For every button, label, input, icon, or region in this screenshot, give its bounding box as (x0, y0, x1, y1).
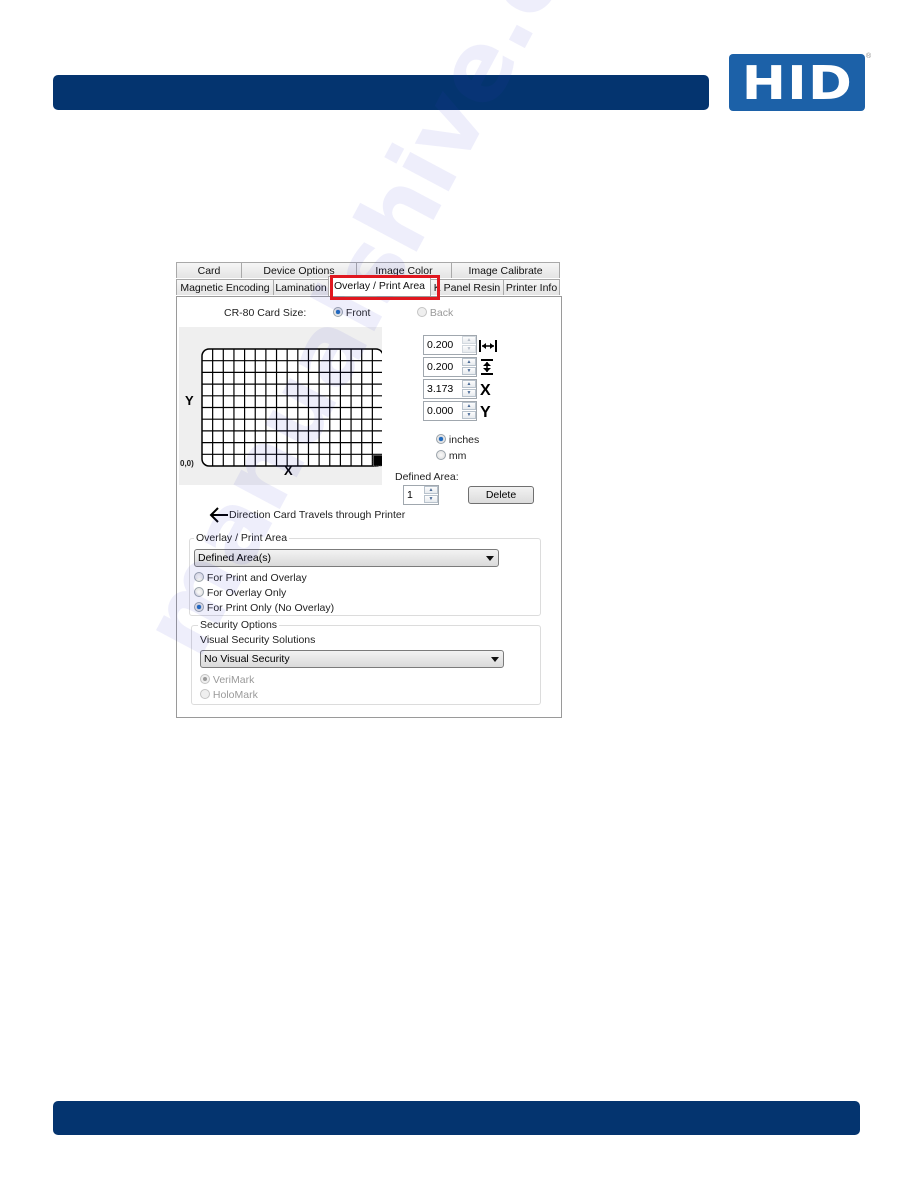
x-axis-label: X (284, 463, 293, 478)
overlay-print-area-panel: CR-80 Card Size: Front Back Y X 0,0) 0.2… (176, 296, 562, 718)
spin-up-button[interactable]: ▲ (462, 380, 476, 388)
visual-security-label: Visual Security Solutions (200, 634, 316, 646)
height-field[interactable]: 0.200 ▲ ▼ (423, 357, 477, 377)
spin-down-button[interactable]: ▼ (462, 411, 476, 419)
spin-down-button[interactable]: ▼ (462, 389, 476, 397)
spin-up-button[interactable]: ▲ (424, 486, 438, 494)
defined-area-value: 1 (407, 489, 413, 501)
print-only-label: For Print Only (No Overlay) (206, 602, 335, 614)
mm-radio[interactable]: mm (436, 450, 466, 462)
y-spinner: ▲ ▼ (462, 402, 476, 420)
radio-icon (200, 689, 210, 699)
tab-row-bottom: Magnetic Encoding Lamination Overlay / P… (176, 276, 560, 296)
radio-icon (436, 434, 446, 444)
delete-button[interactable]: Delete (468, 486, 534, 504)
x-spinner: ▲ ▼ (462, 380, 476, 398)
verimark-radio[interactable]: VeriMark (200, 674, 254, 686)
footer-bar (53, 1101, 860, 1135)
radio-icon (194, 602, 204, 612)
origin-label: 0,0) (180, 459, 194, 468)
width-spinner: ▲ ▼ (462, 336, 476, 354)
radio-icon (194, 572, 204, 582)
width-field[interactable]: 0.200 ▲ ▼ (423, 335, 477, 355)
inches-radio[interactable]: inches (436, 434, 479, 446)
chevron-down-icon (486, 556, 494, 561)
visual-security-value: No Visual Security (204, 653, 290, 665)
header-bar (53, 75, 709, 110)
defined-area-marker (372, 454, 382, 467)
overlay-only-label: For Overlay Only (206, 587, 287, 599)
defined-area-field[interactable]: 1 ▲ ▼ (403, 485, 439, 505)
overlay-area-value: Defined Area(s) (198, 552, 271, 564)
arrow-left-icon (209, 507, 228, 523)
y-axis-label: Y (185, 393, 194, 408)
tab-overlay-print-area[interactable]: Overlay / Print Area (328, 276, 431, 296)
hid-logo: HID (729, 54, 865, 111)
tab-printer-info[interactable]: Printer Info (503, 279, 560, 295)
direction-label: Direction Card Travels through Printer (229, 509, 406, 521)
radio-icon (333, 307, 343, 317)
overlay-group-title: Overlay / Print Area (194, 532, 290, 544)
height-arrows-icon (481, 359, 493, 375)
radio-icon (194, 587, 204, 597)
height-value: 0.200 (427, 361, 454, 373)
back-radio[interactable]: Back (417, 307, 453, 319)
radio-icon (200, 674, 210, 684)
spin-up-button[interactable]: ▲ (462, 402, 476, 410)
back-label: Back (429, 307, 454, 319)
tab-lamination[interactable]: Lamination (273, 279, 329, 295)
x-field[interactable]: 3.173 ▲ ▼ (423, 379, 477, 399)
defined-area-spinner: ▲ ▼ (424, 486, 438, 504)
tab-k-panel-resin[interactable]: K Panel Resin (430, 279, 504, 295)
height-spinner: ▲ ▼ (462, 358, 476, 376)
registered-mark: ® (866, 53, 872, 60)
y-field[interactable]: 0.000 ▲ ▼ (423, 401, 477, 421)
security-options-group: Security Options Visual Security Solutio… (191, 619, 541, 705)
x-icon: X (480, 382, 491, 399)
x-value: 3.173 (427, 383, 454, 395)
overlay-only-radio[interactable]: For Overlay Only (194, 587, 286, 599)
front-label: Front (345, 307, 371, 319)
chevron-down-icon (491, 657, 499, 662)
width-arrows-icon (479, 340, 497, 352)
overlay-area-dropdown[interactable]: Defined Area(s) (194, 549, 499, 567)
verimark-label: VeriMark (212, 674, 255, 686)
radio-icon (417, 307, 427, 317)
card-grid[interactable] (179, 327, 382, 485)
print-only-radio[interactable]: For Print Only (No Overlay) (194, 602, 334, 614)
spin-up-button[interactable]: ▲ (462, 358, 476, 366)
y-value: 0.000 (427, 405, 454, 417)
y-icon: Y (480, 404, 491, 421)
spin-down-button[interactable]: ▼ (462, 367, 476, 375)
tab-magnetic-encoding[interactable]: Magnetic Encoding (176, 279, 274, 295)
printer-preferences-dialog: Card Device Options Image Color Image Ca… (176, 262, 562, 718)
tab-card[interactable]: Card (176, 262, 242, 278)
front-radio[interactable]: Front (333, 307, 370, 319)
visual-security-dropdown[interactable]: No Visual Security (200, 650, 504, 668)
overlay-print-area-group: Overlay / Print Area Defined Area(s) For… (189, 532, 541, 616)
radio-icon (436, 450, 446, 460)
spin-down-button[interactable]: ▼ (424, 495, 438, 503)
logo-text: HID (741, 55, 853, 110)
inches-label: inches (448, 434, 480, 446)
tab-image-calibrate[interactable]: Image Calibrate (451, 262, 560, 278)
print-and-overlay-label: For Print and Overlay (206, 572, 307, 584)
print-and-overlay-radio[interactable]: For Print and Overlay (194, 572, 307, 584)
spin-down-button[interactable]: ▼ (462, 345, 476, 353)
spin-up-button[interactable]: ▲ (462, 336, 476, 344)
card-preview: Y X 0,0) (179, 327, 382, 485)
holomark-radio[interactable]: HoloMark (200, 689, 258, 701)
holomark-label: HoloMark (212, 689, 258, 701)
width-value: 0.200 (427, 339, 454, 351)
defined-area-label: Defined Area: (395, 471, 459, 483)
mm-label: mm (448, 450, 467, 462)
security-group-title: Security Options (198, 619, 280, 631)
card-size-label: CR-80 Card Size: (224, 307, 307, 319)
